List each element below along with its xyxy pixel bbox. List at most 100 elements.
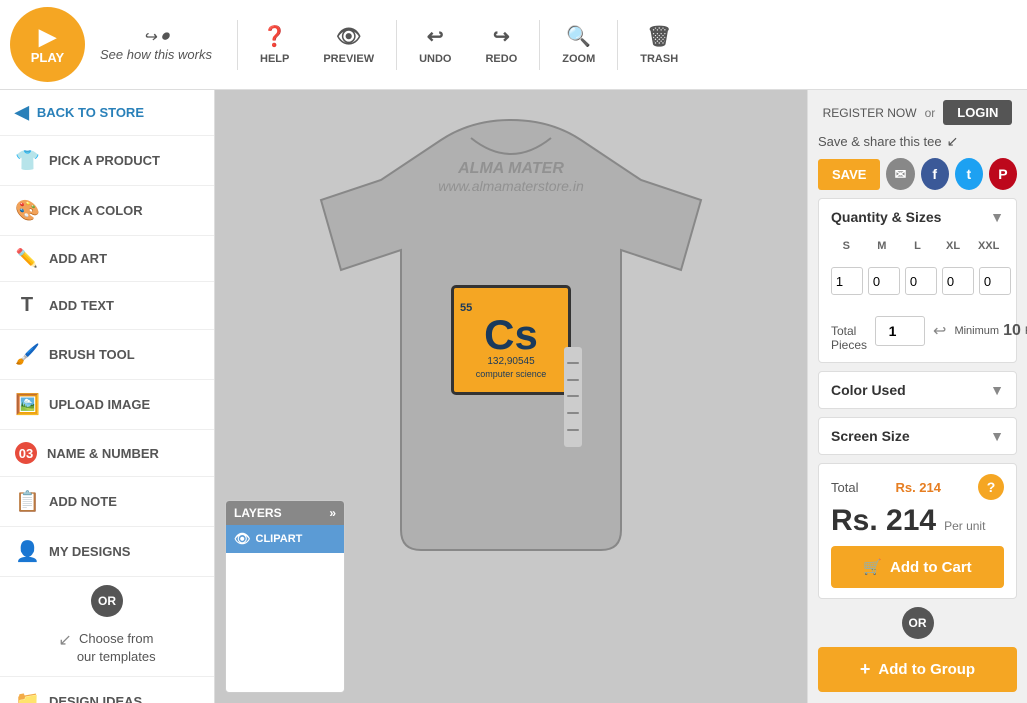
choose-templates[interactable]: ↙ Choose from our templates (0, 625, 214, 676)
play-label: PLAY (31, 50, 64, 65)
preview-tool[interactable]: 👁 PREVIEW (311, 19, 386, 70)
sidebar-item-my-designs[interactable]: 👤 MY DESIGNS (0, 527, 214, 577)
handle-line (567, 362, 579, 364)
add-to-cart-button[interactable]: 🛒 Add to Cart (831, 546, 1004, 588)
screen-size-section: Screen Size ▼ (818, 417, 1017, 455)
trash-tool[interactable]: 🗑 TRASH (628, 19, 690, 70)
email-share-button[interactable]: ✉ (886, 158, 914, 190)
or-badge-left: OR (91, 585, 123, 617)
register-label[interactable]: REGISTER NOW (823, 106, 917, 120)
undo-icon: ↩ (427, 24, 444, 49)
back-to-store-label: BACK TO STORE (37, 105, 144, 120)
per-unit-label: Per unit (944, 519, 985, 533)
size-xxl-input[interactable] (979, 267, 1011, 295)
save-button[interactable]: SAVE (818, 159, 880, 190)
note-icon: 📋 (15, 489, 39, 514)
sidebar-item-brush-tool[interactable]: 🖌️ BRUSH TOOL (0, 330, 214, 380)
divider3 (539, 20, 540, 70)
element-mass: 132,90545 (487, 356, 534, 367)
pinterest-icon: P (998, 166, 1007, 182)
sidebar-item-name-number[interactable]: 03 NAME & NUMBER (0, 430, 214, 477)
help-price-icon[interactable]: ? (978, 474, 1004, 500)
minimum-label: Minimum (954, 325, 999, 337)
clipart-label: CLIPART (256, 533, 303, 545)
undo-tool[interactable]: ↩ UNDO (407, 19, 463, 70)
big-price: Rs. 214 (831, 504, 936, 538)
canvas-area: ALMA MATER www.almamaterstore.in 55 Cs 1… (215, 90, 807, 703)
tshirt-container: ALMA MATER www.almamaterstore.in 55 Cs 1… (311, 110, 711, 570)
back-to-store-button[interactable]: ◀ BACK TO STORE (0, 90, 214, 136)
handle-line (567, 429, 579, 431)
total-pieces-row: Total Pieces ↩ Minimum 10 Pieces (819, 305, 1016, 362)
text-icon: T (15, 294, 39, 317)
help-tool[interactable]: ❓ HELP (248, 19, 301, 70)
pinterest-share-button[interactable]: P (989, 158, 1017, 190)
design-icon: 📁 (15, 689, 39, 703)
action-row: SAVE ✉ f t P (818, 158, 1017, 190)
trash-label: TRASH (640, 53, 678, 65)
color-used-header[interactable]: Color Used ▼ (819, 372, 1016, 408)
sidebar-item-add-text[interactable]: T ADD TEXT (0, 282, 214, 330)
plus-icon: + (860, 659, 871, 680)
add-art-label: ADD ART (49, 251, 107, 266)
layers-header[interactable]: LAYERS » (226, 501, 344, 525)
size-l-input[interactable] (905, 267, 937, 295)
quantity-sizes-label: Quantity & Sizes (831, 209, 941, 225)
divider4 (617, 20, 618, 70)
eye-icon: 👁 (234, 531, 251, 547)
sidebar-item-pick-color[interactable]: 🎨 PICK A COLOR (0, 186, 214, 236)
preview-label: PREVIEW (323, 53, 374, 65)
play-icon: ▶ (39, 24, 56, 50)
sidebar-item-add-art[interactable]: ✏️ ADD ART (0, 236, 214, 282)
total-pieces-input[interactable] (875, 316, 925, 346)
minimum-value: 10 (1003, 322, 1021, 340)
sidebar-item-add-note[interactable]: 📋 ADD NOTE (0, 477, 214, 527)
play-button[interactable]: ▶ PLAY (10, 7, 85, 82)
size-inputs-row (819, 262, 1016, 305)
image-icon: 🖼️ (15, 392, 39, 417)
layers-expand-icon: » (329, 506, 336, 520)
cs-element[interactable]: 55 Cs 132,90545 computer science (451, 285, 571, 395)
size-m-label: M (867, 240, 898, 252)
layers-clipart-item[interactable]: 👁 CLIPART (226, 525, 344, 553)
minimum-info: Minimum 10 Pieces (954, 322, 1027, 340)
right-sidebar: REGISTER NOW or LOGIN Save & share this … (807, 90, 1027, 703)
sidebar-item-pick-product[interactable]: 👕 PICK A PRODUCT (0, 136, 214, 186)
or-text: or (925, 106, 936, 120)
back-arrow-icon: ◀ (15, 102, 29, 123)
twitter-share-button[interactable]: t (955, 158, 983, 190)
qty-chevron-icon: ▼ (990, 209, 1004, 225)
redo-tool[interactable]: ↪ REDO (473, 19, 529, 70)
resize-handle[interactable] (564, 347, 582, 447)
sidebar-item-design-ideas[interactable]: 📁 DESIGN IDEAS (0, 676, 214, 703)
price-section: Total Rs. 214 ? Rs. 214 Per unit 🛒 Add t… (818, 463, 1017, 599)
total-text: Total (831, 480, 858, 495)
redo-label: REDO (485, 53, 517, 65)
or-badge-right: OR (902, 607, 934, 639)
twitter-icon: t (966, 166, 971, 182)
handle-line (567, 379, 579, 381)
see-how-works[interactable]: ↪ ⏺ See how this works (100, 27, 212, 62)
add-to-group-button[interactable]: + Add to Group (818, 647, 1017, 692)
see-how-icons: ↪ ⏺ (143, 27, 168, 47)
arrow-icon: ↪ (143, 27, 156, 47)
size-m-input[interactable] (868, 267, 900, 295)
login-button[interactable]: LOGIN (943, 100, 1012, 125)
help-label: HELP (260, 53, 289, 65)
facebook-share-button[interactable]: f (921, 158, 949, 190)
screen-size-header[interactable]: Screen Size ▼ (819, 418, 1016, 454)
left-sidebar: ◀ BACK TO STORE 👕 PICK A PRODUCT 🎨 PICK … (0, 90, 215, 703)
auth-row: REGISTER NOW or LOGIN (818, 100, 1017, 125)
arrow-curve-icon: ↙ (58, 630, 71, 650)
top-bar: ▶ PLAY ↪ ⏺ See how this works ❓ HELP 👁 P… (0, 0, 1027, 90)
color-used-label: Color Used (831, 382, 906, 398)
pick-product-label: PICK A PRODUCT (49, 153, 160, 168)
quantity-sizes-header[interactable]: Quantity & Sizes ▼ (819, 199, 1016, 235)
reset-icon[interactable]: ↩ (933, 321, 946, 341)
element-symbol: Cs (484, 314, 538, 356)
zoom-tool[interactable]: 🔍 ZOOM (550, 19, 607, 70)
size-s-input[interactable] (831, 267, 863, 295)
size-xl-input[interactable] (942, 267, 974, 295)
share-arrow-icon: ↙ (947, 133, 959, 150)
sidebar-item-upload-image[interactable]: 🖼️ UPLOAD IMAGE (0, 380, 214, 430)
